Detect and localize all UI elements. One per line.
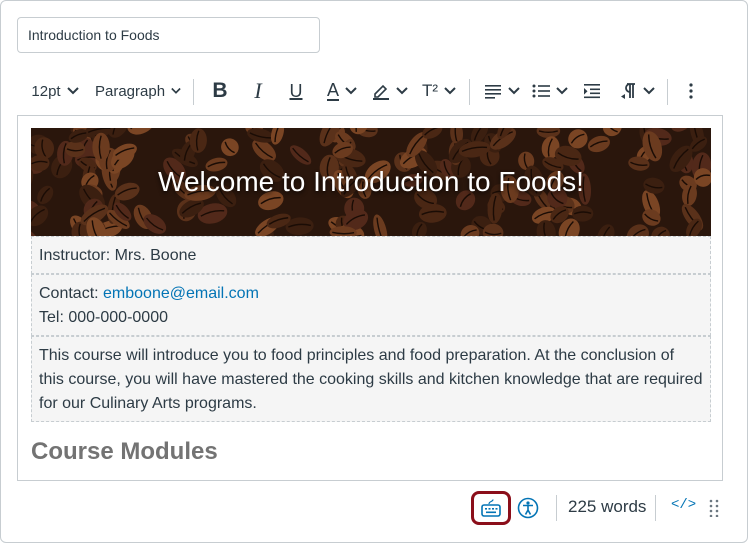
paragraph-direction-icon [621, 83, 635, 99]
font-size-label: 12pt [31, 82, 61, 100]
status-divider [556, 495, 557, 521]
text-color-dropdown[interactable]: A [323, 73, 361, 109]
rich-content-editor-frame: 12pt Paragraph B I U A T² [0, 0, 748, 543]
italic-button[interactable]: I [245, 73, 271, 109]
toolbar-divider [469, 79, 470, 105]
keyboard-icon [481, 499, 501, 517]
contact-email-link[interactable]: emboone@email.com [103, 285, 259, 302]
html-editor-toggle-button[interactable]: </> [671, 497, 696, 513]
text-color-icon: A [326, 80, 339, 101]
chevron-down-icon [171, 87, 181, 94]
underline-icon: U [289, 80, 303, 101]
block-format-dropdown[interactable]: Paragraph [95, 73, 181, 109]
description-box: This course will introduce you to food p… [31, 336, 711, 422]
bold-icon: B [212, 79, 228, 102]
background-color-dropdown[interactable] [371, 73, 409, 109]
superscript-icon: T² [421, 81, 439, 100]
toolbar-divider [667, 79, 668, 105]
chevron-down-icon [345, 87, 357, 95]
instructor-text: Instructor: Mrs. Boone [39, 247, 197, 264]
resize-handle-icon[interactable] [709, 499, 719, 517]
directionality-dropdown[interactable] [617, 73, 657, 109]
chevron-down-icon [396, 87, 408, 95]
chevron-down-icon [643, 87, 655, 95]
status-bar: 225 words </> [1, 489, 747, 533]
italic-icon: I [254, 78, 262, 103]
list-dropdown[interactable] [531, 73, 569, 109]
page-title-input[interactable] [17, 17, 320, 53]
bullet-list-icon [532, 84, 550, 98]
accessibility-icon [517, 497, 539, 519]
underline-button[interactable]: U [283, 73, 309, 109]
contact-box: Contact: emboone@email.com Tel: 000-000-… [31, 274, 711, 336]
toolbar-divider [193, 79, 194, 105]
editor-content-area[interactable]: Welcome to Introduction to Foods! Instru… [17, 115, 723, 481]
align-left-icon [485, 85, 501, 99]
indent-button[interactable] [579, 73, 605, 109]
superscript-dropdown[interactable]: T² [419, 73, 459, 109]
highlighter-icon [373, 84, 389, 100]
indent-icon [584, 84, 600, 99]
more-options-button[interactable] [681, 73, 701, 109]
description-text: This course will introduce you to food p… [39, 347, 703, 412]
editor-toolbar: 12pt Paragraph B I U A T² [17, 73, 723, 109]
chevron-down-icon [508, 87, 520, 95]
word-count: 225 words [568, 497, 647, 516]
banner-heading: Welcome to Introduction to Foods! [158, 166, 584, 197]
block-format-label: Paragraph [95, 82, 166, 100]
vertical-ellipsis-icon [689, 83, 693, 99]
chevron-down-icon [66, 87, 79, 95]
instructor-box: Instructor: Mrs. Boone [31, 236, 711, 274]
chevron-down-icon [556, 87, 568, 95]
tel-text: Tel: 000-000-0000 [39, 309, 168, 326]
keyboard-shortcuts-button[interactable] [471, 491, 511, 525]
coffee-bean-banner-image: Welcome to Introduction to Foods! [31, 128, 711, 236]
course-modules-heading: Course Modules [31, 438, 218, 465]
bold-button[interactable]: B [207, 73, 233, 109]
align-dropdown[interactable] [483, 73, 521, 109]
status-divider [655, 495, 656, 521]
accessibility-checker-button[interactable] [517, 497, 539, 519]
contact-label: Contact: [39, 285, 104, 302]
chevron-down-icon [444, 87, 456, 95]
font-size-dropdown[interactable]: 12pt [29, 73, 81, 109]
